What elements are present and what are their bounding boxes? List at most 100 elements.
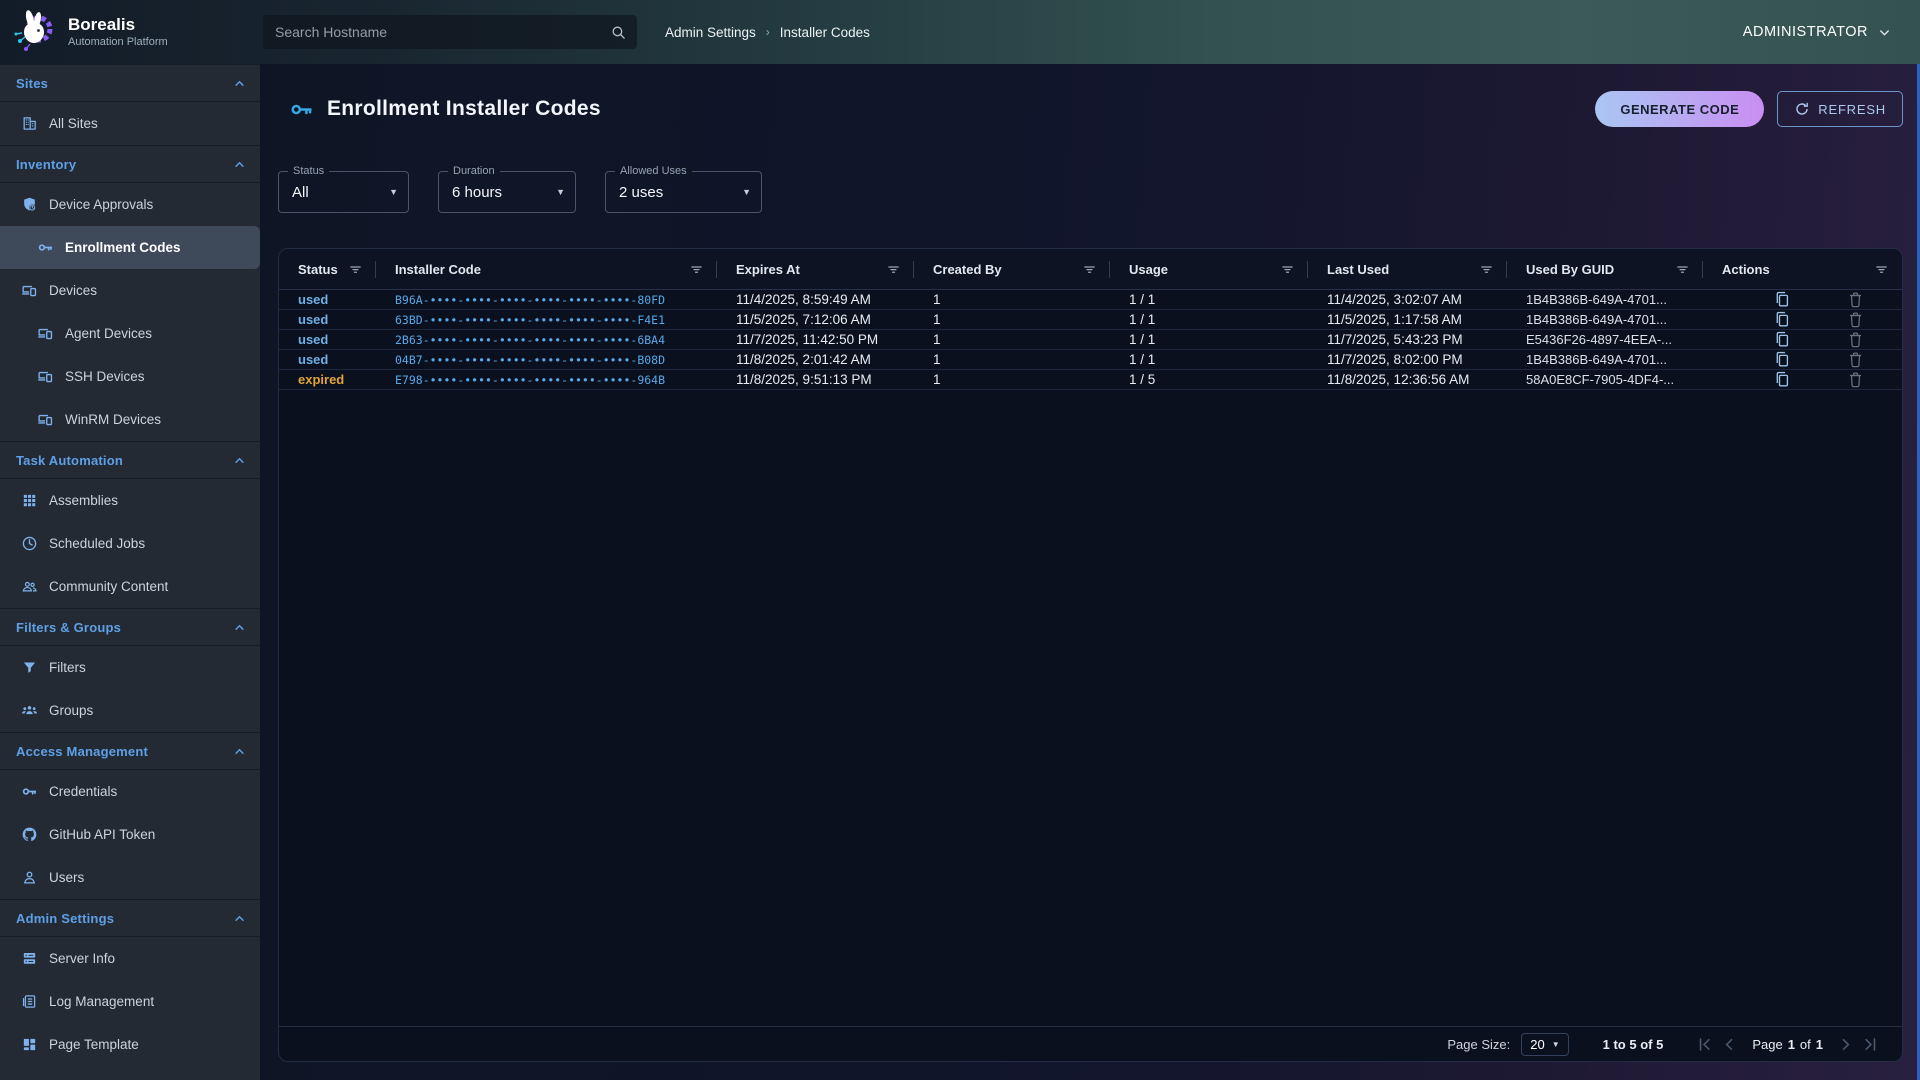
funnel-icon [21, 659, 38, 676]
trash-icon[interactable] [1846, 370, 1865, 389]
expires-at-cell: 11/4/2025, 8:59:49 AM [717, 292, 914, 307]
status-cell: used [279, 292, 376, 307]
column-header-last-used[interactable]: Last Used [1308, 249, 1507, 289]
installer-code-cell[interactable]: B96A-••••-••••-••••-••••-••••-••••-80FD [376, 293, 717, 307]
page-title: Enrollment Installer Codes [327, 97, 601, 121]
sidebar-item-winrm-devices[interactable]: WinRM Devices [0, 398, 260, 441]
copy-icon[interactable] [1773, 310, 1792, 329]
guid-cell: 1B4B386B-649A-4701... [1507, 352, 1703, 367]
sidebar-item-enrollment-codes[interactable]: Enrollment Codes [0, 226, 260, 269]
column-label: Usage [1129, 262, 1168, 277]
search-icon[interactable] [610, 24, 627, 41]
sidebar-item-users[interactable]: Users [0, 856, 260, 899]
sidebar-section-admin-settings[interactable]: Admin Settings [0, 899, 260, 937]
trash-icon[interactable] [1846, 290, 1865, 309]
chevron-down-icon [1877, 25, 1892, 40]
search-input[interactable] [275, 24, 610, 40]
sidebar-item-label: Page Template [49, 1037, 139, 1052]
chevron-up-icon [232, 453, 247, 468]
sidebar-item-label: Assemblies [49, 493, 118, 508]
filter-icon[interactable] [348, 262, 363, 277]
column-header-status[interactable]: Status [279, 249, 376, 289]
sidebar-section-task-automation[interactable]: Task Automation [0, 441, 260, 479]
filter-icon[interactable] [1874, 262, 1889, 277]
caret-down-icon: ▼ [1552, 1040, 1560, 1049]
chevron-up-icon [232, 620, 247, 635]
column-header-expires-at[interactable]: Expires At [717, 249, 914, 289]
usage-cell: 1 / 1 [1110, 292, 1308, 307]
actions-cell [1703, 350, 1902, 369]
actions-cell [1703, 290, 1902, 309]
sidebar-item-github-api-token[interactable]: GitHub API Token [0, 813, 260, 856]
copy-icon[interactable] [1773, 290, 1792, 309]
search-box[interactable] [263, 15, 637, 49]
usage-cell: 1 / 1 [1110, 352, 1308, 367]
sidebar-section-sites[interactable]: Sites [0, 64, 260, 102]
sidebar-item-device-approvals[interactable]: Device Approvals [0, 183, 260, 226]
brand-name: Borealis [68, 15, 168, 35]
trash-icon[interactable] [1846, 330, 1865, 349]
page-size-value: 20 [1530, 1037, 1544, 1052]
sidebar-item-filters[interactable]: Filters [0, 646, 260, 689]
breadcrumb-current[interactable]: Installer Codes [780, 25, 870, 40]
trash-icon[interactable] [1846, 350, 1865, 369]
column-label: Created By [933, 262, 1002, 277]
copy-icon[interactable] [1773, 330, 1792, 349]
template-icon [21, 1036, 38, 1053]
filter-icon[interactable] [1675, 262, 1690, 277]
filter-icon[interactable] [886, 262, 901, 277]
sidebar-item-agent-devices[interactable]: Agent Devices [0, 312, 260, 355]
copy-icon[interactable] [1773, 350, 1792, 369]
first-page-icon[interactable] [1695, 1035, 1714, 1054]
previous-page-icon[interactable] [1720, 1035, 1739, 1054]
status-select[interactable]: StatusAll▼ [278, 171, 409, 213]
filter-icon[interactable] [1082, 262, 1097, 277]
sidebar-section-filters-groups[interactable]: Filters & Groups [0, 608, 260, 646]
generate-code-button[interactable]: GENERATE CODE [1595, 91, 1764, 127]
sidebar-item-all-sites[interactable]: All Sites [0, 102, 260, 145]
last-page-icon[interactable] [1861, 1035, 1880, 1054]
column-header-installer-code[interactable]: Installer Code [376, 249, 717, 289]
user-menu[interactable]: ADMINISTRATOR [1743, 24, 1892, 40]
sidebar-item-devices[interactable]: Devices [0, 269, 260, 312]
expires-at-cell: 11/7/2025, 11:42:50 PM [717, 332, 914, 347]
installer-code-cell[interactable]: 2B63-••••-••••-••••-••••-••••-••••-6BA4 [376, 333, 717, 347]
installer-code-cell[interactable]: 63BD-••••-••••-••••-••••-••••-••••-F4E1 [376, 313, 717, 327]
next-page-icon[interactable] [1836, 1035, 1855, 1054]
last-used-cell: 11/7/2025, 5:43:23 PM [1308, 332, 1507, 347]
filter-icon[interactable] [1479, 262, 1494, 277]
table-row: usedB96A-••••-••••-••••-••••-••••-••••-8… [279, 290, 1902, 310]
installer-code-cell[interactable]: E798-••••-••••-••••-••••-••••-••••-964B [376, 373, 717, 387]
sidebar-item-groups[interactable]: Groups [0, 689, 260, 732]
sidebar-item-page-template[interactable]: Page Template [0, 1023, 260, 1066]
sidebar-item-ssh-devices[interactable]: SSH Devices [0, 355, 260, 398]
sidebar-item-scheduled-jobs[interactable]: Scheduled Jobs [0, 522, 260, 565]
sidebar-item-community-content[interactable]: Community Content [0, 565, 260, 608]
sidebar-item-assemblies[interactable]: Assemblies [0, 479, 260, 522]
allowed-uses-select[interactable]: Allowed Uses2 uses▼ [605, 171, 762, 213]
guid-cell: E5436F26-4897-4EEA-... [1507, 332, 1703, 347]
column-header-created-by[interactable]: Created By [914, 249, 1110, 289]
column-header-actions[interactable]: Actions [1703, 249, 1902, 289]
sidebar-item-log-management[interactable]: Log Management [0, 980, 260, 1023]
trash-icon[interactable] [1846, 310, 1865, 329]
copy-icon[interactable] [1773, 370, 1792, 389]
sidebar-item-credentials[interactable]: Credentials [0, 770, 260, 813]
sidebar-section-access-management[interactable]: Access Management [0, 732, 260, 770]
column-header-used-by-guid[interactable]: Used By GUID [1507, 249, 1703, 289]
table-row: expiredE798-••••-••••-••••-••••-••••-•••… [279, 370, 1902, 390]
installer-code-cell[interactable]: 04B7-••••-••••-••••-••••-••••-••••-B08D [376, 353, 717, 367]
breadcrumb-parent[interactable]: Admin Settings [665, 25, 756, 40]
sidebar-item-label: Community Content [49, 579, 168, 594]
sidebar-item-server-info[interactable]: Server Info [0, 937, 260, 980]
sidebar-section-inventory[interactable]: Inventory [0, 145, 260, 183]
filter-icon[interactable] [1280, 262, 1295, 277]
filter-icon[interactable] [689, 262, 704, 277]
refresh-button[interactable]: REFRESH [1777, 91, 1903, 127]
duration-select[interactable]: Duration6 hours▼ [438, 171, 576, 213]
guid-cell: 1B4B386B-649A-4701... [1507, 292, 1703, 307]
column-header-usage[interactable]: Usage [1110, 249, 1308, 289]
table-footer: Page Size: 20 ▼ 1 to 5 of 5 [279, 1026, 1902, 1061]
column-label: Expires At [736, 262, 800, 277]
page-size-select[interactable]: 20 ▼ [1521, 1033, 1568, 1056]
